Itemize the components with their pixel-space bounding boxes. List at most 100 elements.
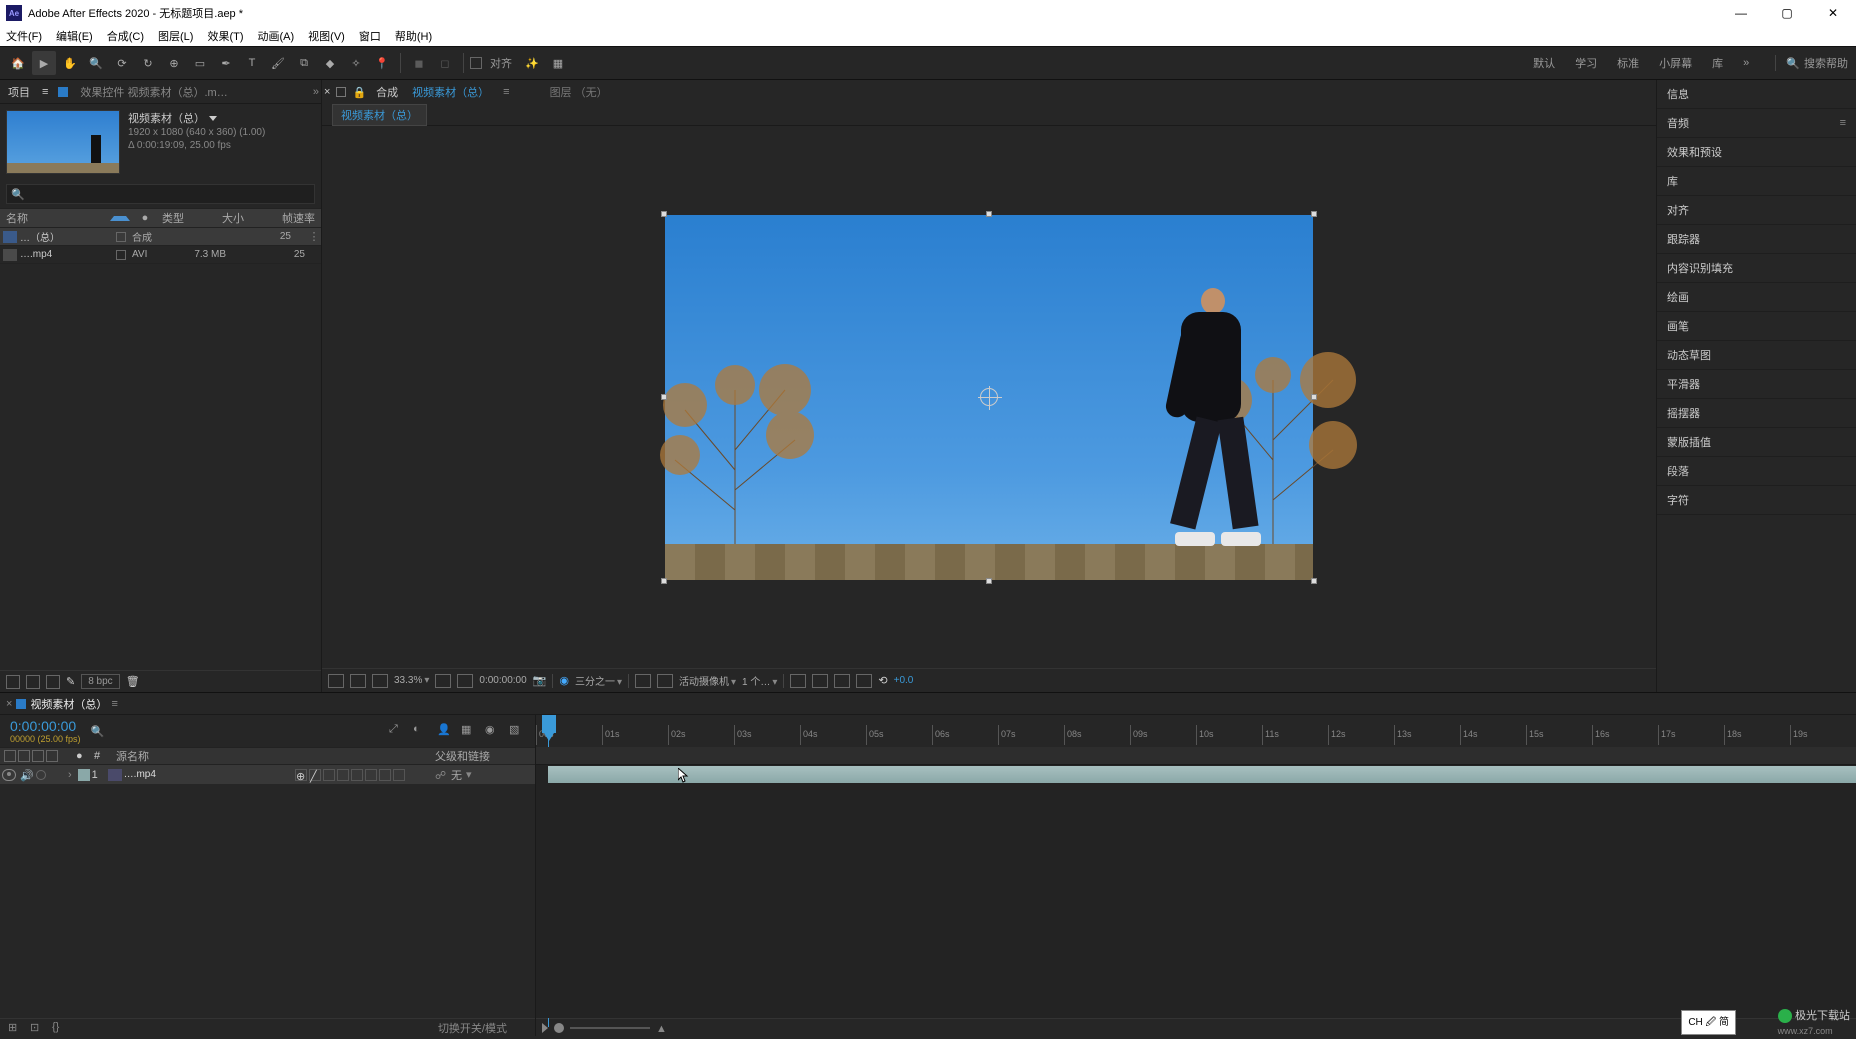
- menu-effect[interactable]: 效果(T): [207, 28, 243, 44]
- zoom-tool[interactable]: 🔍: [84, 51, 108, 75]
- project-tab-menu-icon[interactable]: ≡: [42, 86, 48, 98]
- toggle-in-out-icon[interactable]: {}: [52, 1021, 66, 1035]
- anchor-point-icon[interactable]: [980, 388, 998, 406]
- help-search[interactable]: 🔍 搜索帮助: [1775, 55, 1848, 71]
- views-dropdown[interactable]: 1 个…: [742, 673, 777, 688]
- layer-mb-toggle[interactable]: [351, 769, 363, 781]
- flow-tab[interactable]: 视频素材（总）: [332, 104, 427, 126]
- graph-editor-icon[interactable]: ▧: [509, 723, 525, 739]
- layer-quality-toggle[interactable]: ╱: [309, 769, 321, 781]
- shape-stroke-icon[interactable]: ◻: [433, 51, 457, 75]
- current-timecode[interactable]: 0:00:00:00: [10, 718, 81, 734]
- col-source-name[interactable]: 源名称: [112, 748, 295, 764]
- transform-handle[interactable]: [1311, 578, 1317, 584]
- transform-handle[interactable]: [661, 394, 667, 400]
- layer-fx-toggle[interactable]: [323, 769, 335, 781]
- motion-blur-icon[interactable]: ◉: [485, 723, 501, 739]
- channel-icon[interactable]: ◉: [559, 674, 569, 687]
- pixel-aspect-icon[interactable]: [790, 674, 806, 688]
- workspace-standard[interactable]: 标准: [1617, 55, 1639, 71]
- transform-handle[interactable]: [1311, 211, 1317, 217]
- shy-icon[interactable]: 👤: [437, 723, 453, 739]
- rotate-tool[interactable]: ↻: [136, 51, 160, 75]
- col-name[interactable]: 名称: [0, 210, 110, 226]
- guides-icon[interactable]: [657, 674, 673, 688]
- timeline-layer-row[interactable]: 🔊 › 1 ….mp4 ⊕ ╱: [0, 765, 535, 784]
- adjustment-icon[interactable]: ✎: [66, 675, 75, 688]
- item-label-swatch[interactable]: [116, 232, 126, 242]
- zoom-in-icon[interactable]: ▲: [656, 1023, 670, 1033]
- project-tab[interactable]: 项目: [2, 82, 36, 102]
- col-parent[interactable]: 父级和链接: [435, 748, 535, 764]
- puppet-tool[interactable]: 📍: [370, 51, 394, 75]
- timeline-tab-menu-icon[interactable]: ≡: [111, 698, 117, 710]
- work-area-bar[interactable]: [536, 747, 1856, 765]
- viewer-canvas-area[interactable]: [322, 126, 1656, 668]
- resolution-icon[interactable]: [435, 674, 451, 688]
- layer-extra-toggle[interactable]: [393, 769, 405, 781]
- layer-fb-toggle[interactable]: [337, 769, 349, 781]
- selection-tool[interactable]: ▶: [32, 51, 56, 75]
- menu-layer[interactable]: 图层(L): [158, 28, 193, 44]
- workspace-library[interactable]: 库: [1712, 55, 1723, 71]
- toggle-label[interactable]: 切换开关/模式: [438, 1020, 507, 1036]
- panel-library[interactable]: 库: [1657, 167, 1856, 196]
- rect-tool[interactable]: ▭: [188, 51, 212, 75]
- workspace-small[interactable]: 小屏幕: [1659, 55, 1692, 71]
- anchor-tool[interactable]: ⊕: [162, 51, 186, 75]
- effect-controls-tab[interactable]: 效果控件 视频素材（总）.m…: [74, 82, 233, 102]
- maximize-button[interactable]: ▢: [1764, 0, 1810, 26]
- transform-handle[interactable]: [661, 211, 667, 217]
- layer-lock-icon[interactable]: [50, 769, 62, 781]
- zoom-dropdown[interactable]: 33.3%: [394, 675, 429, 686]
- workspace-default[interactable]: 默认: [1533, 55, 1555, 71]
- transparency-grid-icon[interactable]: [350, 674, 366, 688]
- color-depth[interactable]: 8 bpc: [81, 674, 119, 689]
- region-icon[interactable]: [635, 674, 651, 688]
- timeline-tab[interactable]: 视频素材（总）: [30, 696, 107, 712]
- snapshot-icon[interactable]: 📷: [533, 674, 547, 687]
- draft-3d-icon[interactable]: ◐: [413, 723, 429, 739]
- shape-fill-icon[interactable]: ◼: [407, 51, 431, 75]
- zoom-track[interactable]: [570, 1027, 650, 1029]
- snap-checkbox[interactable]: [470, 57, 482, 69]
- snap-grid-icon[interactable]: ▦: [546, 51, 570, 75]
- panel-paint[interactable]: 绘画: [1657, 283, 1856, 312]
- toggle-modes-icon[interactable]: ⊡: [30, 1021, 44, 1035]
- panel-motion-sketch[interactable]: 动态草图: [1657, 341, 1856, 370]
- flowchart-icon[interactable]: [856, 674, 872, 688]
- delete-icon[interactable]: 🗑: [126, 675, 140, 688]
- panel-align[interactable]: 对齐: [1657, 196, 1856, 225]
- interpret-footage-icon[interactable]: [6, 675, 20, 689]
- clone-tool[interactable]: ⧉: [292, 51, 316, 75]
- panel-effects-presets[interactable]: 效果和预设: [1657, 138, 1856, 167]
- orbit-tool[interactable]: ⟳: [110, 51, 134, 75]
- menu-help[interactable]: 帮助(H): [395, 28, 432, 44]
- minimize-button[interactable]: —: [1718, 0, 1764, 26]
- mask-toggle-icon[interactable]: [372, 674, 388, 688]
- new-folder-icon[interactable]: [26, 675, 40, 689]
- snap-options-icon[interactable]: ✨: [520, 51, 544, 75]
- composition-canvas[interactable]: [665, 215, 1313, 580]
- timeline-close-icon[interactable]: ×: [6, 698, 12, 710]
- comp-thumbnail[interactable]: [6, 110, 120, 174]
- transform-handle[interactable]: [986, 211, 992, 217]
- timeline-icon[interactable]: [834, 674, 850, 688]
- panel-character[interactable]: 字符: [1657, 486, 1856, 515]
- playhead-icon[interactable]: [542, 715, 556, 733]
- ime-indicator[interactable]: CH 🖉 简: [1681, 1010, 1736, 1035]
- project-item-comp[interactable]: …（总） 合成 25 ⋮: [0, 228, 321, 246]
- layer-track[interactable]: [536, 765, 1856, 784]
- transform-handle[interactable]: [1311, 394, 1317, 400]
- col-label-icon[interactable]: ●: [134, 212, 156, 224]
- viewer-close-icon[interactable]: ×: [324, 86, 330, 98]
- project-search[interactable]: 🔍: [6, 184, 315, 204]
- home-tool[interactable]: 🏠: [6, 51, 30, 75]
- panel-brushes[interactable]: 画笔: [1657, 312, 1856, 341]
- panel-paragraph[interactable]: 段落: [1657, 457, 1856, 486]
- layer-twirl-icon[interactable]: ›: [68, 769, 72, 781]
- text-tool[interactable]: T: [240, 51, 264, 75]
- layer-name[interactable]: ….mp4: [124, 769, 295, 780]
- layer-solo-icon[interactable]: [36, 770, 46, 780]
- panel-overflow-icon[interactable]: »: [313, 86, 319, 98]
